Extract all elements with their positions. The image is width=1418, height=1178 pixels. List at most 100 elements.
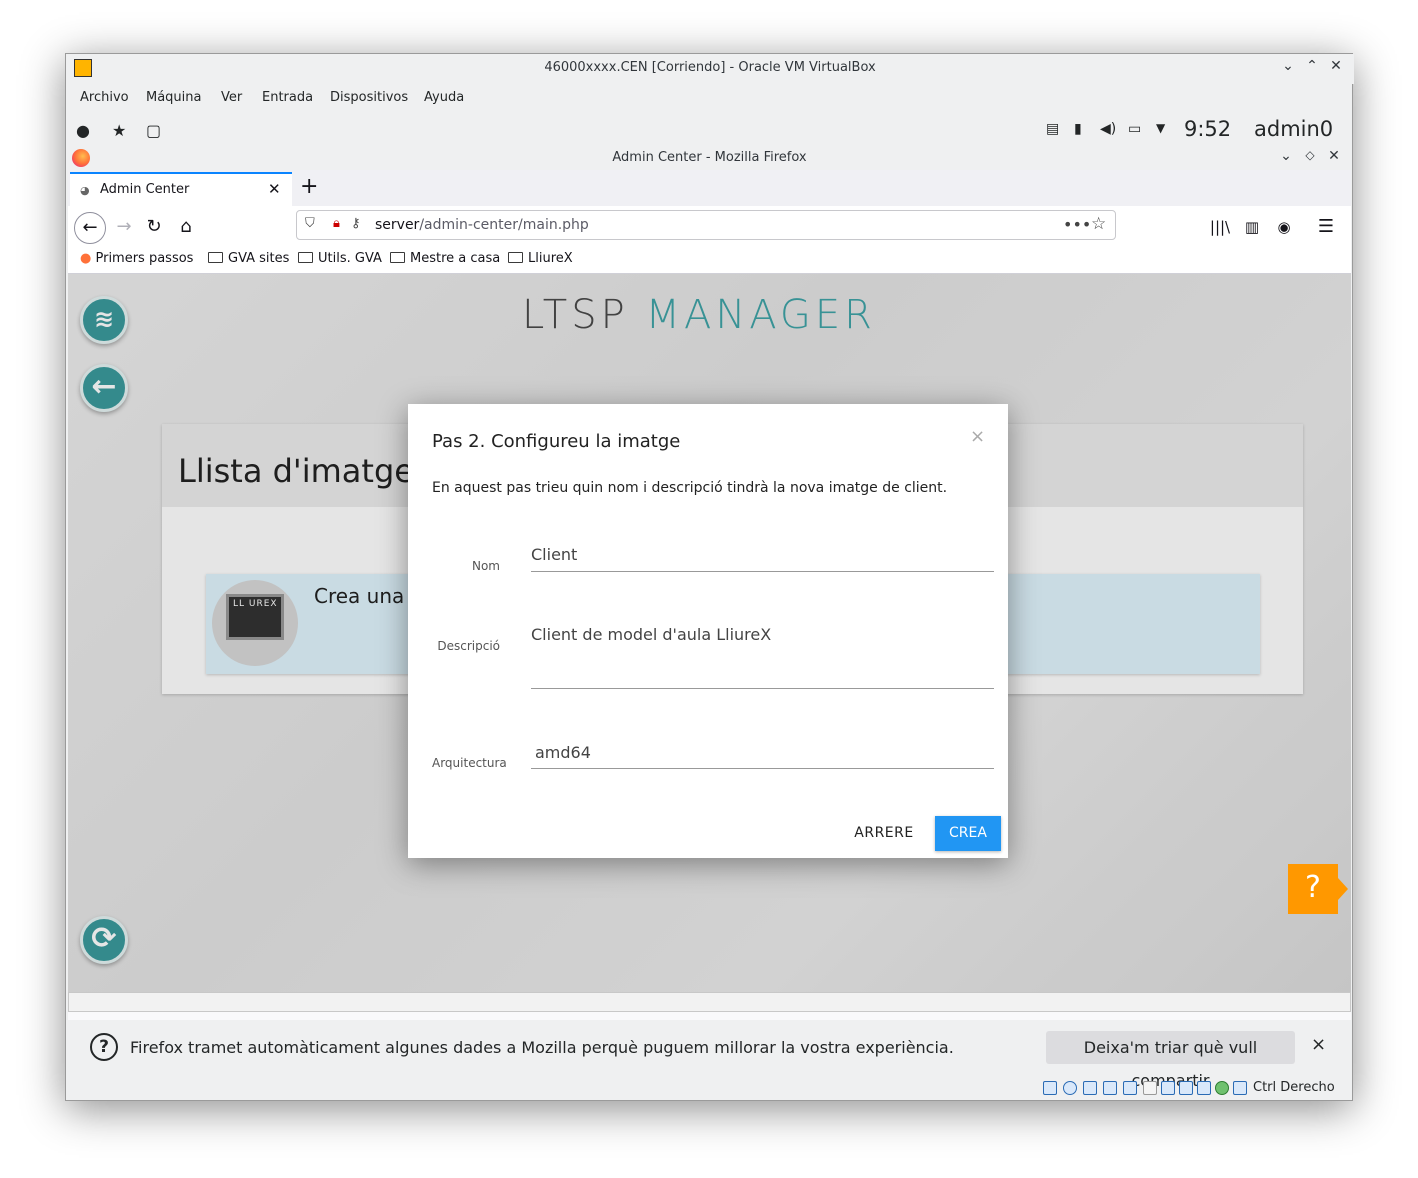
page-content: ≋ ← ⟳ LTSP MANAGER Llista d'imatges LL U… [68, 274, 1351, 992]
tab-bar: ◕ Admin Center ✕ + [68, 170, 1351, 206]
bookmark-lliurex[interactable]: LliureX [508, 251, 573, 266]
tab-close-icon[interactable]: ✕ [268, 180, 281, 198]
bookmark-star-icon[interactable]: ☆ [1091, 214, 1106, 234]
usb-device-icon[interactable] [1123, 1081, 1137, 1095]
data-sharing-notification: ? Firefox tramet automàticament algunes … [68, 1020, 1351, 1090]
help-button[interactable]: ? [1288, 864, 1338, 914]
video-capture-icon[interactable] [1179, 1081, 1193, 1095]
library-icon[interactable]: |||\ [1204, 212, 1236, 244]
display-icon[interactable] [1161, 1081, 1175, 1095]
description-label: Descripció [437, 639, 500, 653]
audio-icon[interactable] [1083, 1081, 1097, 1095]
help-arrow [1338, 878, 1348, 900]
cpu-icon[interactable] [1197, 1081, 1211, 1095]
menu-ayuda[interactable]: Ayuda [424, 90, 464, 105]
firefox-titlebar: Admin Center - Mozilla Firefox ⌄ ◇ ✕ [68, 146, 1351, 170]
choose-sharing-button[interactable]: Deixa'm triar què vull compartir [1046, 1031, 1295, 1090]
question-icon: ? [90, 1033, 118, 1061]
favorites-star-icon[interactable]: ★ [112, 121, 126, 140]
vbox-window-title: 46000xxxx.CEN [Corriendo] - Oracle VM Vi… [544, 60, 876, 75]
firefox-window: Admin Center - Mozilla Firefox ⌄ ◇ ✕ ◕ A… [68, 146, 1351, 1024]
horizontal-scrollbar[interactable] [68, 992, 1351, 1012]
virtualbox-window: 46000xxxx.CEN [Corriendo] - Oracle VM Vi… [65, 53, 1354, 1101]
hamburger-menu-icon[interactable]: ☰ [1310, 212, 1342, 244]
guest-additions-icon[interactable] [1215, 1081, 1229, 1095]
vbox-statusbar: Ctrl Derecho [66, 1076, 1354, 1100]
back-arrow-icon[interactable]: ← [74, 212, 106, 244]
url-path: /admin-center/main.php [419, 217, 589, 233]
menu-archivo[interactable]: Archivo [80, 90, 129, 105]
menu-dispositivos[interactable]: Dispositivos [330, 90, 408, 105]
ff-close-icon[interactable]: ✕ [1324, 148, 1344, 164]
ff-minimize-icon[interactable]: ⌄ [1276, 148, 1296, 164]
folder-icon [508, 252, 523, 263]
firefox-window-title: Admin Center - Mozilla Firefox [612, 150, 807, 165]
shared-folders-icon[interactable] [1143, 1081, 1157, 1095]
close-icon[interactable]: ✕ [1326, 58, 1346, 74]
url-host: server [375, 217, 420, 233]
bookmark-mestre-a-casa[interactable]: Mestre a casa [390, 251, 500, 266]
folder-icon [298, 252, 313, 263]
desktop-icon[interactable]: ▢ [146, 121, 161, 140]
folder-icon [390, 252, 405, 263]
hdd-icon[interactable] [1043, 1081, 1057, 1095]
description-textarea[interactable]: Client de model d'aula LliureX [531, 625, 771, 644]
name-input[interactable]: Client [531, 545, 577, 564]
minimize-icon[interactable]: ⌄ [1278, 58, 1298, 74]
shield-icon[interactable]: ⛉ [305, 216, 315, 231]
tab-admin-center[interactable]: ◕ Admin Center ✕ [70, 172, 292, 206]
description-underline [531, 688, 994, 689]
volume-icon[interactable]: ◀) [1100, 121, 1116, 137]
clipboard-icon[interactable]: ▤ [1046, 121, 1059, 137]
architecture-select[interactable]: amd64 [535, 743, 591, 762]
reload-icon[interactable]: ↻ [138, 212, 170, 244]
bookmarks-toolbar: ● Primers passos GVA sites Utils. GVA Me… [68, 244, 1351, 274]
tab-label: Admin Center [100, 182, 190, 197]
vbox-titlebar: 46000xxxx.CEN [Corriendo] - Oracle VM Vi… [66, 54, 1354, 84]
mouse-integration-icon[interactable] [1233, 1081, 1247, 1095]
name-input-underline [531, 571, 994, 572]
bookmark-gva-sites[interactable]: GVA sites [208, 251, 289, 266]
sidebar-icon[interactable]: ▥ [1236, 212, 1268, 244]
bookmark-utils-gva[interactable]: Utils. GVA [298, 251, 382, 266]
menu-maquina[interactable]: Máquina [146, 90, 202, 105]
network-adapter-icon[interactable] [1103, 1081, 1117, 1095]
user-name[interactable]: admin0 [1254, 117, 1333, 141]
guest-panel: ● ★ ▢ ▤ ▮ ◀) ▭ ▼ 9:52 admin0 [66, 112, 1354, 146]
url-bar[interactable]: ⛉ 🔒︎ ⚷ server/admin-center/main.php ••• … [296, 210, 1116, 240]
insecure-lock-icon[interactable]: 🔒︎ [333, 216, 340, 231]
vbox-menubar: Archivo Máquina Ver Entrada Dispositivos… [66, 84, 1354, 112]
key-icon[interactable]: ⚷ [351, 216, 361, 231]
tab-favicon-icon: ◕ [80, 184, 90, 197]
dialog-close-icon[interactable]: × [970, 426, 985, 447]
ff-restore-icon[interactable]: ◇ [1300, 148, 1320, 162]
maximize-icon[interactable]: ⌃ [1302, 58, 1322, 74]
host-key-label: Ctrl Derecho [1253, 1080, 1335, 1095]
folder-icon [208, 252, 223, 263]
tray-expand-icon[interactable]: ▼ [1156, 121, 1165, 135]
lliurex-menu-icon[interactable]: ● [76, 121, 90, 140]
usb-icon[interactable]: ▮ [1074, 121, 1082, 137]
new-tab-icon[interactable]: + [300, 174, 318, 199]
navigation-bar: ← → ↻ ⌂ ⛉ 🔒︎ ⚷ server/admin-center/main.… [68, 206, 1351, 244]
create-button[interactable]: CREA [935, 816, 1001, 851]
bookmark-primers-passos[interactable]: ● Primers passos [80, 251, 193, 266]
menu-entrada[interactable]: Entrada [262, 90, 313, 105]
forward-arrow-icon[interactable]: → [108, 212, 140, 244]
optical-drive-icon[interactable] [1063, 1081, 1077, 1095]
menu-ver[interactable]: Ver [221, 90, 242, 105]
dialog-description: En aquest pas trieu quin nom i descripci… [432, 480, 948, 496]
clock[interactable]: 9:52 [1184, 117, 1231, 141]
network-icon[interactable]: ▭ [1128, 121, 1141, 137]
firefox-bookmark-icon: ● [80, 251, 92, 266]
notification-close-icon[interactable]: × [1311, 1034, 1326, 1055]
back-button[interactable]: ARRERE [844, 816, 924, 850]
dialog-title: Pas 2. Configureu la imatge [432, 431, 681, 452]
url-text[interactable]: server/admin-center/main.php [375, 217, 589, 233]
notification-text: Firefox tramet automàticament algunes da… [130, 1038, 954, 1057]
account-icon[interactable]: ◉ [1268, 212, 1300, 244]
home-icon[interactable]: ⌂ [170, 212, 202, 244]
page-actions-icon[interactable]: ••• [1063, 215, 1091, 234]
architecture-underline [531, 768, 994, 769]
architecture-label: Arquitectura [432, 756, 507, 770]
